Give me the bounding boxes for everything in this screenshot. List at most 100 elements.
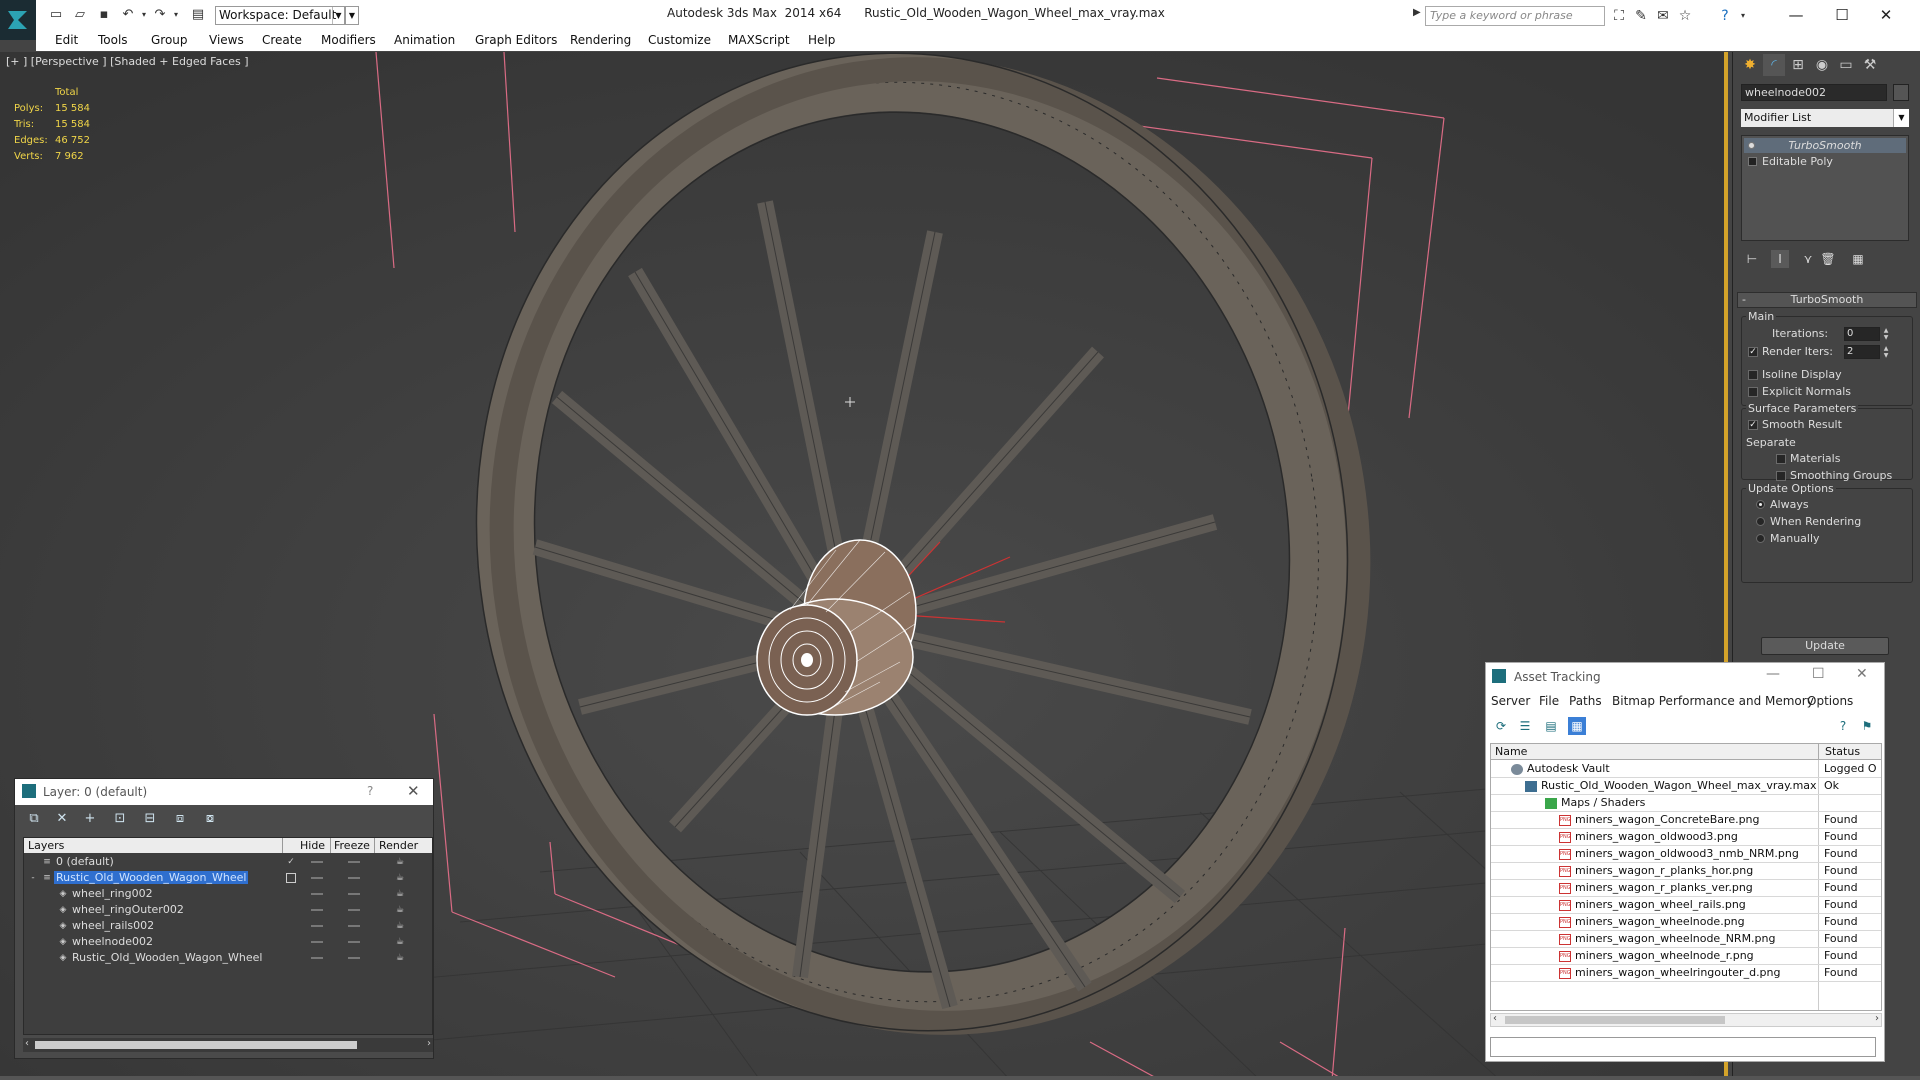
hide-toggle[interactable] xyxy=(311,925,323,927)
new-file-icon[interactable]: ▭ xyxy=(48,7,64,23)
materials-checkbox[interactable] xyxy=(1776,454,1786,464)
col-render[interactable]: Render xyxy=(379,839,418,852)
menu-group[interactable]: Group xyxy=(151,33,188,47)
layer-row[interactable]: ◈ wheel_rails002 ☕ xyxy=(24,918,432,934)
hide-toggle[interactable] xyxy=(311,893,323,895)
asset-row[interactable]: PNG miners_wagon_wheelnode_NRM.png Found xyxy=(1491,931,1881,948)
menu-create[interactable]: Create xyxy=(262,33,302,47)
workspace-dropdown[interactable]: Workspace: Default ▼ xyxy=(215,6,345,25)
menu-views[interactable]: Views xyxy=(209,33,244,47)
lightbulb-icon[interactable] xyxy=(1748,142,1755,149)
help-icon[interactable]: ? xyxy=(367,784,373,798)
freeze-toggle[interactable] xyxy=(348,893,360,895)
highlight-layer-icon[interactable]: ⊟ xyxy=(141,810,159,828)
asset-row[interactable]: PNG miners_wagon_wheelnode_r.png Found xyxy=(1491,948,1881,965)
maximize-icon[interactable]: ☐ xyxy=(1812,666,1825,682)
minimize-button[interactable]: — xyxy=(1776,3,1816,27)
menu-rendering[interactable]: Rendering xyxy=(570,33,631,47)
close-button[interactable]: ✕ xyxy=(1866,3,1906,27)
thumbnail-view-icon[interactable]: ▤ xyxy=(1542,717,1560,735)
asset-path-field[interactable] xyxy=(1490,1037,1876,1057)
asset-row[interactable]: PNG miners_wagon_r_planks_ver.png Found xyxy=(1491,880,1881,897)
scroll-left-icon[interactable]: ‹ xyxy=(25,1038,29,1049)
layer-row[interactable]: ◈ wheel_ring002 ☕ xyxy=(24,886,432,902)
menu-help[interactable]: Help xyxy=(808,33,835,47)
asset-menu-server[interactable]: Server xyxy=(1491,694,1530,708)
menu-maxscript[interactable]: MAXScript xyxy=(728,33,790,47)
col-status[interactable]: Status xyxy=(1825,745,1860,758)
scroll-right-icon[interactable]: › xyxy=(1875,1013,1879,1024)
asset-menu-file[interactable]: File xyxy=(1539,694,1559,708)
menu-customize[interactable]: Customize xyxy=(648,33,711,47)
freeze-all-layers-icon[interactable]: ⧇ xyxy=(201,810,219,828)
menu-animation[interactable]: Animation xyxy=(394,33,455,47)
isoline-checkbox[interactable] xyxy=(1748,370,1758,380)
layer-row[interactable]: ◈ wheel_ringOuter002 ☕ xyxy=(24,902,432,918)
help-tooltip-icon[interactable]: ⚑ xyxy=(1858,717,1876,735)
layer-row[interactable]: ◈ Rustic_Old_Wooden_Wagon_Wheel ☕ xyxy=(24,950,432,966)
refresh-icon[interactable]: ⟳ xyxy=(1492,717,1510,735)
spinner-arrows-icon[interactable]: ▲ ▼ xyxy=(1882,345,1890,359)
asset-row[interactable]: Rustic_Old_Wooden_Wagon_Wheel_max_vray.m… xyxy=(1491,778,1881,795)
asset-row[interactable]: PNG miners_wagon_r_planks_hor.png Found xyxy=(1491,863,1881,880)
freeze-toggle[interactable] xyxy=(348,861,360,863)
when-rendering-radio[interactable] xyxy=(1756,517,1765,526)
col-freeze[interactable]: Freeze xyxy=(334,839,370,852)
col-hide[interactable]: Hide xyxy=(300,839,325,852)
scroll-left-icon[interactable]: ‹ xyxy=(1493,1013,1497,1024)
object-color-swatch[interactable] xyxy=(1893,84,1909,101)
stack-item-editable-poly[interactable]: Editable Poly xyxy=(1744,154,1906,169)
layer-row[interactable]: ◈ wheelnode002 ☕ xyxy=(24,934,432,950)
communication-icon[interactable]: ✉ xyxy=(1654,7,1672,25)
freeze-toggle[interactable] xyxy=(348,941,360,943)
explicit-normals-checkbox[interactable] xyxy=(1748,387,1758,397)
quick-access-dropdown[interactable]: ▼ xyxy=(345,6,359,25)
create-tab-icon[interactable]: ✸ xyxy=(1739,54,1761,76)
render-teapot-icon[interactable]: ☕ xyxy=(396,937,407,947)
freeze-toggle[interactable] xyxy=(348,925,360,927)
layer-row-selected[interactable]: - ≡ Rustic_Old_Wooden_Wagon_Wheel ☕ xyxy=(24,870,432,886)
render-teapot-icon[interactable]: ☕ xyxy=(396,921,407,931)
search-input[interactable]: Type a keyword or phrase xyxy=(1425,6,1605,26)
asset-row[interactable]: PNG miners_wagon_ConcreteBare.png Found xyxy=(1491,812,1881,829)
menu-tools[interactable]: Tools xyxy=(98,33,128,47)
collapse-icon[interactable]: - xyxy=(28,873,38,883)
freeze-toggle[interactable] xyxy=(348,909,360,911)
layer-window-titlebar[interactable]: Layer: 0 (default) ? ✕ xyxy=(15,779,433,805)
asset-row[interactable]: PNG miners_wagon_wheelringouter_d.png Fo… xyxy=(1491,965,1881,982)
hide-all-layers-icon[interactable]: ⧈ xyxy=(171,810,189,828)
show-end-result-icon[interactable]: I xyxy=(1771,250,1789,268)
maximize-button[interactable]: ☐ xyxy=(1822,3,1862,27)
redo-icon[interactable]: ↷ xyxy=(152,7,168,23)
select-in-layer-icon[interactable]: ⊡ xyxy=(111,810,129,828)
add-to-layer-icon[interactable]: + xyxy=(81,810,99,828)
asset-row[interactable]: PNG miners_wagon_oldwood3.png Found xyxy=(1491,829,1881,846)
search-expand-icon[interactable]: ▶ xyxy=(1413,7,1421,18)
asset-menu-bitmap[interactable]: Bitmap Performance and Memory xyxy=(1612,694,1814,708)
pin-stack-icon[interactable]: ⊢ xyxy=(1743,250,1761,268)
update-button[interactable]: Update xyxy=(1761,637,1889,655)
hide-toggle[interactable] xyxy=(311,861,323,863)
binoculars-icon[interactable]: ⛶ xyxy=(1610,7,1628,25)
favorites-star-icon[interactable]: ☆ xyxy=(1676,7,1694,25)
render-teapot-icon[interactable]: ☕ xyxy=(396,873,407,883)
horizontal-scrollbar[interactable]: ‹ › xyxy=(1490,1013,1882,1027)
menu-graph-editors[interactable]: Graph Editors xyxy=(475,33,557,47)
iterations-spinner[interactable]: 0 xyxy=(1844,327,1880,341)
help-icon[interactable]: ? xyxy=(1716,7,1734,25)
active-layer-box[interactable] xyxy=(286,873,296,883)
open-file-icon[interactable]: ▱ xyxy=(72,7,88,23)
motion-tab-icon[interactable]: ◉ xyxy=(1811,54,1833,76)
col-layers[interactable]: Layers xyxy=(28,839,64,852)
table-view-icon[interactable]: ▦ xyxy=(1568,717,1586,735)
display-tab-icon[interactable]: ▭ xyxy=(1835,54,1857,76)
subscription-icon[interactable]: ✎ xyxy=(1632,7,1650,25)
smooth-result-checkbox[interactable]: ✓ xyxy=(1748,420,1758,430)
scroll-right-icon[interactable]: › xyxy=(427,1038,431,1049)
horizontal-scrollbar[interactable]: ‹ › xyxy=(23,1038,433,1052)
app-logo[interactable] xyxy=(0,0,36,40)
scrollbar-thumb[interactable] xyxy=(1505,1016,1725,1024)
asset-row[interactable]: PNG miners_wagon_wheelnode.png Found xyxy=(1491,914,1881,931)
hide-toggle[interactable] xyxy=(311,957,323,959)
render-iters-checkbox[interactable]: ✓ xyxy=(1748,347,1758,357)
